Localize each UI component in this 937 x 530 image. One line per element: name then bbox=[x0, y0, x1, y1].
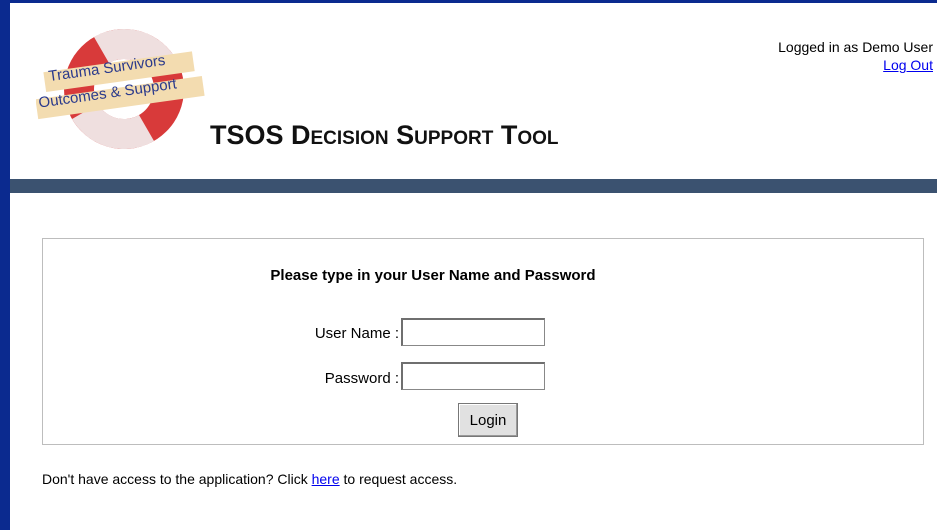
username-input[interactable] bbox=[401, 318, 545, 346]
user-info: Logged in as Demo User Log Out bbox=[778, 38, 933, 74]
logged-in-status: Logged in as Demo User bbox=[778, 39, 933, 55]
request-access-suffix: to request access. bbox=[339, 471, 458, 487]
request-access-prefix: Don't have access to the application? Cl… bbox=[42, 471, 312, 487]
app-title: TSOS Decision Support Tool bbox=[210, 120, 559, 150]
tsos-logo: Trauma Survivors Outcomes & Support bbox=[36, 25, 216, 153]
password-input[interactable] bbox=[401, 362, 545, 390]
logout-link[interactable]: Log Out bbox=[883, 57, 933, 73]
password-label: Password : bbox=[324, 370, 399, 387]
header-banner bbox=[10, 179, 937, 193]
login-form: Please type in your User Name and Passwo… bbox=[42, 238, 924, 445]
login-heading: Please type in your User Name and Passwo… bbox=[270, 267, 596, 284]
request-access-link[interactable]: here bbox=[312, 471, 340, 487]
username-label: User Name : bbox=[314, 325, 399, 342]
request-access-text: Don't have access to the application? Cl… bbox=[42, 471, 457, 487]
login-button[interactable]: Login bbox=[458, 403, 518, 437]
page: Trauma Survivors Outcomes & Support Logg… bbox=[10, 3, 937, 530]
